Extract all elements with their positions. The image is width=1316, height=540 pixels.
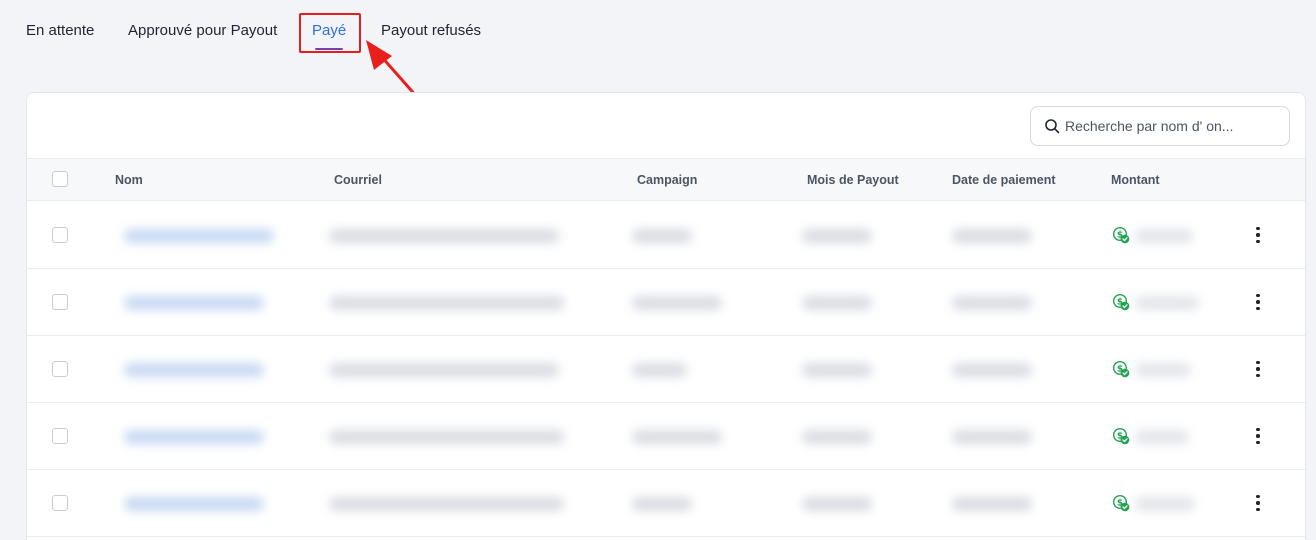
redacted-name (124, 229, 274, 243)
dollar-check-icon: $ (1112, 293, 1130, 311)
redacted-payment-date (952, 229, 1032, 243)
header-amount[interactable]: Montant (1111, 173, 1160, 187)
redacted-email (329, 296, 564, 310)
redacted-payout-month (802, 296, 872, 310)
more-vertical-icon[interactable] (1248, 292, 1268, 312)
redacted-email (329, 497, 564, 511)
table-row[interactable]: $ (27, 403, 1305, 470)
redacted-payment-date (952, 296, 1032, 310)
redacted-email (329, 229, 559, 243)
redacted-name (124, 296, 264, 310)
tab-pending[interactable]: En attente (26, 22, 94, 40)
redacted-amount (1135, 363, 1191, 377)
header-campaign[interactable]: Campaign (637, 173, 697, 187)
header-email[interactable]: Courriel (334, 173, 382, 187)
redacted-payout-month (802, 430, 872, 444)
row-checkbox[interactable] (52, 428, 68, 444)
redacted-campaign (632, 363, 687, 377)
row-checkbox[interactable] (52, 495, 68, 511)
tab-bar: En attente Approuvé pour Payout Payé Pay… (0, 0, 1316, 60)
dollar-check-icon: $ (1112, 360, 1130, 378)
redacted-amount (1135, 497, 1195, 511)
redacted-email (329, 430, 564, 444)
table-row[interactable]: $ (27, 336, 1305, 403)
redacted-name (124, 363, 264, 377)
row-checkbox[interactable] (52, 227, 68, 243)
highlight-box (299, 13, 361, 53)
redacted-payout-month (802, 497, 872, 511)
redacted-payment-date (952, 363, 1032, 377)
select-all-checkbox[interactable] (52, 171, 68, 187)
redacted-campaign (632, 430, 722, 444)
redacted-campaign (632, 497, 692, 511)
header-payment-date[interactable]: Date de paiement (952, 173, 1056, 187)
redacted-campaign (632, 296, 722, 310)
redacted-payout-month (802, 363, 872, 377)
redacted-payout-month (802, 229, 872, 243)
tab-payout-refused[interactable]: Payout refusés (381, 22, 481, 40)
redacted-payment-date (952, 430, 1032, 444)
more-vertical-icon[interactable] (1248, 225, 1268, 245)
table-row[interactable]: $ (27, 470, 1305, 537)
redacted-amount (1135, 296, 1199, 310)
redacted-payment-date (952, 497, 1032, 511)
tab-approved-for-payout[interactable]: Approuvé pour Payout (128, 22, 277, 40)
dollar-check-icon: $ (1112, 427, 1130, 445)
redacted-name (124, 497, 264, 511)
dollar-check-icon: $ (1112, 494, 1130, 512)
dollar-check-icon: $ (1112, 226, 1130, 244)
search-icon (1045, 119, 1060, 134)
redacted-amount (1135, 430, 1189, 444)
more-vertical-icon[interactable] (1248, 426, 1268, 446)
row-checkbox[interactable] (52, 361, 68, 377)
header-name[interactable]: Nom (115, 173, 143, 187)
search-box[interactable] (1030, 106, 1290, 146)
search-input[interactable] (1065, 118, 1275, 134)
redacted-campaign (632, 229, 692, 243)
more-vertical-icon[interactable] (1248, 359, 1268, 379)
payouts-card: Nom Courriel Campaign Mois de Payout Dat… (26, 92, 1306, 540)
header-payout-month[interactable]: Mois de Payout (807, 173, 899, 187)
redacted-email (329, 363, 559, 377)
table-row[interactable]: $ (27, 202, 1305, 269)
row-checkbox[interactable] (52, 294, 68, 310)
more-vertical-icon[interactable] (1248, 493, 1268, 513)
table-row[interactable]: $ (27, 269, 1305, 336)
redacted-amount (1135, 229, 1193, 243)
table-header: Nom Courriel Campaign Mois de Payout Dat… (27, 158, 1305, 201)
redacted-name (124, 430, 264, 444)
